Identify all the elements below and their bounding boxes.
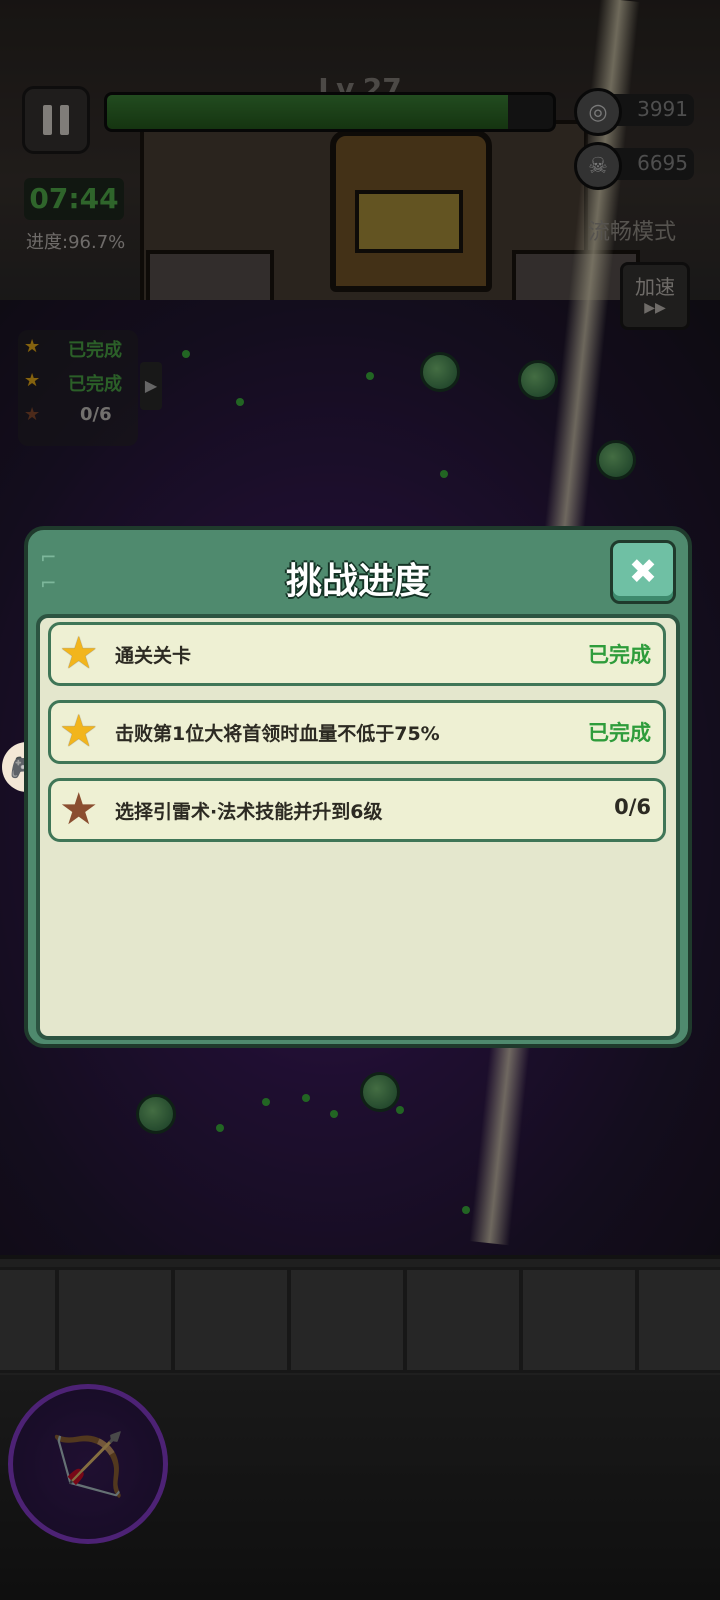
- challenge-item: ★ 选择引雷术·法术技能并升到6级 0/6: [48, 778, 666, 842]
- star-icon: ★: [59, 628, 99, 679]
- challenge-text: 击败第1位大将首领时血量不低于75%: [115, 723, 440, 745]
- challenge-status: 已完成: [588, 643, 651, 667]
- dialog-title: 挑战进度: [285, 561, 430, 602]
- star-icon: ★: [59, 706, 99, 757]
- challenge-text: 选择引雷术·法术技能并升到6级: [115, 801, 383, 823]
- challenge-list: ★ 通关关卡 已完成 ★ 击败第1位大将首领时血量不低于75% 已完成 ★ 选择…: [36, 614, 680, 1040]
- close-button[interactable]: ✖: [610, 540, 676, 604]
- challenge-item: ★ 击败第1位大将首领时血量不低于75% 已完成: [48, 700, 666, 764]
- challenge-status: 已完成: [588, 721, 651, 745]
- star-icon: ★: [59, 784, 99, 835]
- challenge-text: 通关关卡: [115, 645, 192, 667]
- challenge-progress-dialog: ⌐ ⌐ 挑战进度 ✖ ★ 通关关卡 已完成 ★ 击败第1位大将首领时血量不低于75…: [24, 526, 692, 1048]
- close-icon: ✖: [628, 552, 658, 592]
- challenge-status: 0/6: [614, 795, 651, 819]
- challenge-item: ★ 通关关卡 已完成: [48, 622, 666, 686]
